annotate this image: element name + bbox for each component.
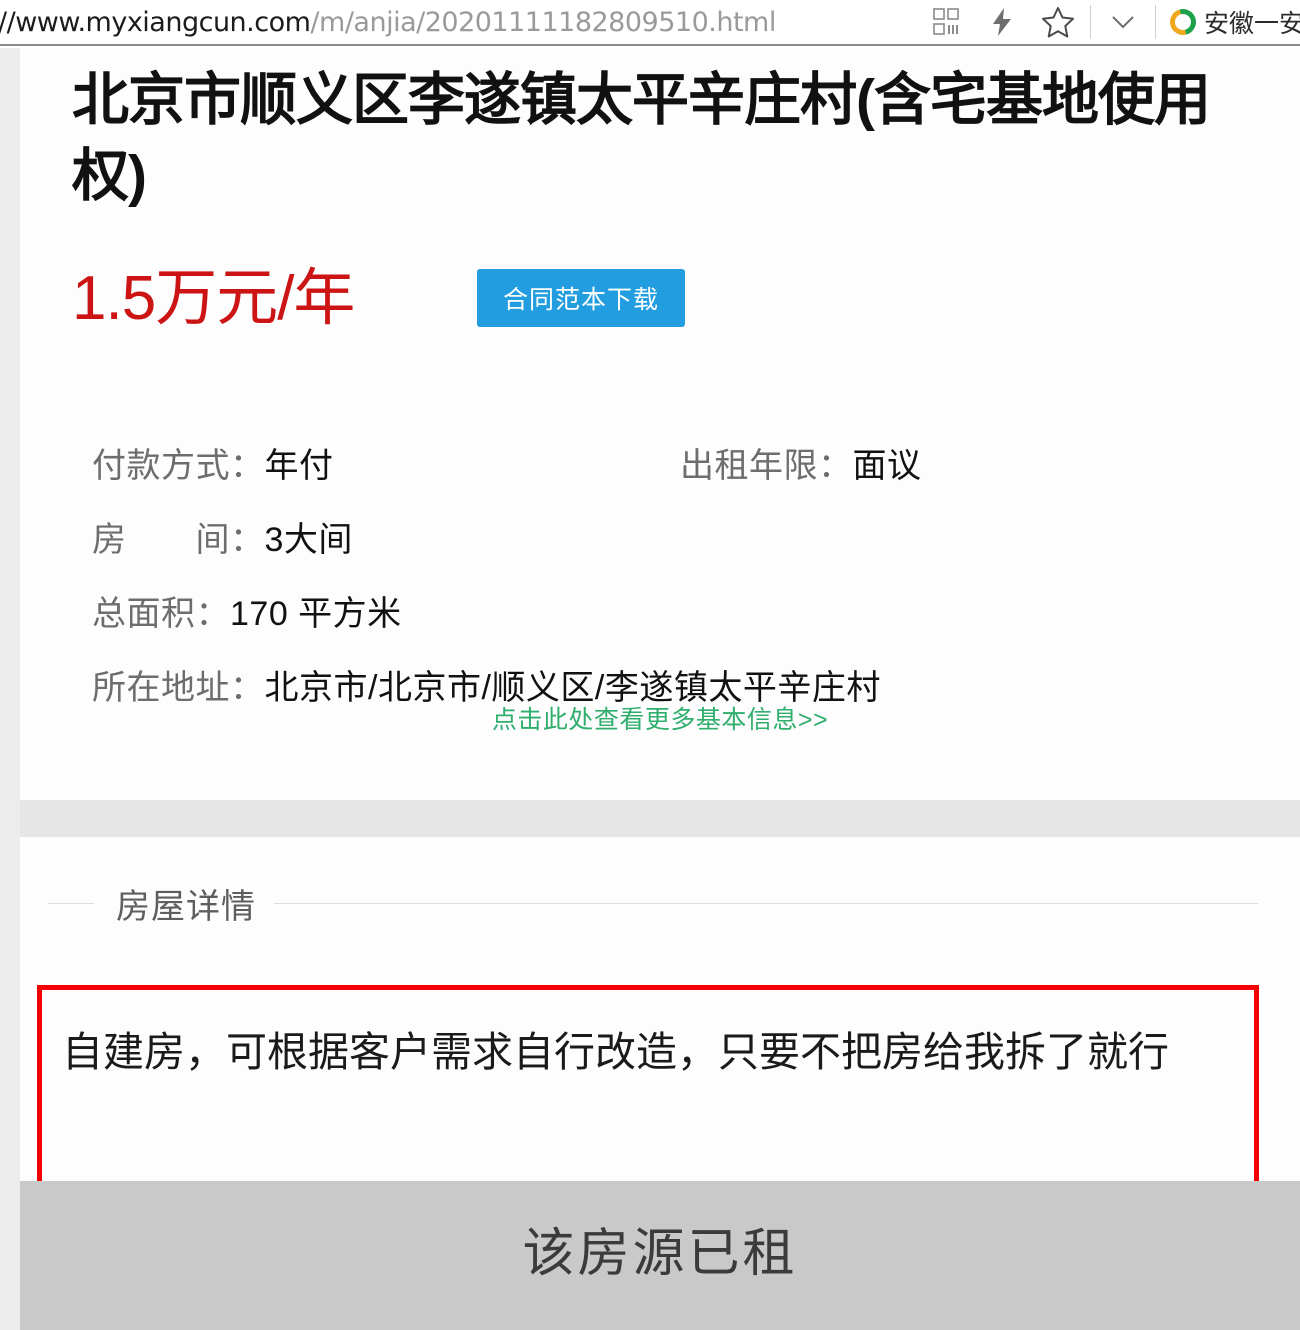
section-rule-right (274, 903, 1258, 904)
page-title: 北京市顺义区李遂镇太平辛庄村(含宅基地使用权) (72, 68, 1211, 208)
listing-price: 1.5万元/年 (72, 264, 355, 333)
spec-value: 170 平方米 (230, 595, 402, 633)
section-separator-band (20, 800, 1300, 837)
spec-rooms: 房 间：3大间 (92, 512, 353, 561)
url-host: //www.myxiangcun.com (0, 6, 311, 38)
rented-status-banner: 该房源已租 (20, 1181, 1300, 1330)
section-title: 房屋详情 (116, 888, 256, 926)
page-body: 北京市顺义区李遂镇太平辛庄村(含宅基地使用权) 1.5万元/年 合同范本下载 付… (0, 48, 1300, 1330)
description-highlight-box: 自建房，可根据客户需求自行改造，只要不把房给我拆了就行 (37, 985, 1259, 1190)
chevron-down-icon[interactable] (1095, 0, 1151, 45)
spec-label: 付款方式： (92, 447, 265, 485)
spec-payment-method: 付款方式：年付 (92, 438, 334, 487)
spec-value: 3大间 (264, 521, 353, 559)
section-rule-left (48, 903, 94, 904)
toolbar-divider (1090, 5, 1091, 39)
toolbar-actions: 安徽一安 (918, 0, 1300, 45)
toolbar-divider-2 (1155, 5, 1156, 39)
circle-logo-icon (1165, 4, 1201, 40)
house-detail-card: 房屋详情 自建房，可根据客户需求自行改造，只要不把房给我拆了就行 (20, 837, 1300, 1190)
spec-label: 房 间： (92, 521, 265, 559)
spec-total-area: 总面积：170 平方米 (92, 586, 402, 635)
house-description: 自建房，可根据客户需求自行改造，只要不把房给我拆了就行 (62, 1029, 1169, 1075)
lightning-bolt-icon[interactable] (974, 0, 1030, 45)
browser-tab[interactable]: 安徽一安 (1160, 0, 1300, 45)
spec-row-payment-term: 付款方式：年付 出租年限：面议 (92, 438, 1242, 512)
listing-info-card: 北京市顺义区李遂镇太平辛庄村(含宅基地使用权) 1.5万元/年 合同范本下载 付… (20, 48, 1300, 800)
price-row: 1.5万元/年 合同范本下载 (72, 258, 1212, 368)
more-basic-info-link[interactable]: 点击此处查看更多基本信息>> (20, 700, 1300, 736)
section-header: 房屋详情 (48, 879, 1258, 928)
status-badge: 该房源已租 (522, 1225, 798, 1283)
spec-label: 总面积： (92, 595, 230, 633)
page-content-column: 北京市顺义区李遂镇太平辛庄村(含宅基地使用权) 1.5万元/年 合同范本下载 付… (20, 48, 1300, 1330)
browser-tab-title: 安徽一安 (1204, 9, 1300, 38)
qr-code-icon[interactable] (918, 0, 974, 45)
spec-label: 出租年限： (680, 447, 853, 485)
spec-value: 面议 (852, 447, 922, 485)
spec-lease-term: 出租年限：面议 (680, 438, 922, 487)
browser-toolbar: //www.myxiangcun.com/m/anjia/20201111182… (0, 0, 1300, 46)
url-path: /m/anjia/20201111182809510.html (310, 6, 776, 38)
spec-row-rooms: 房 间：3大间 (92, 512, 1242, 586)
spec-value: 年付 (264, 447, 334, 485)
contract-template-download-button[interactable]: 合同范本下载 (477, 269, 685, 327)
star-bookmark-icon[interactable] (1030, 0, 1086, 45)
listing-specs: 付款方式：年付 出租年限：面议 房 间：3大间 总面积：170 平方米 所在地址… (92, 438, 1242, 734)
spec-row-area: 总面积：170 平方米 (92, 586, 1242, 660)
address-bar[interactable]: //www.myxiangcun.com/m/anjia/20201111182… (0, 7, 776, 38)
